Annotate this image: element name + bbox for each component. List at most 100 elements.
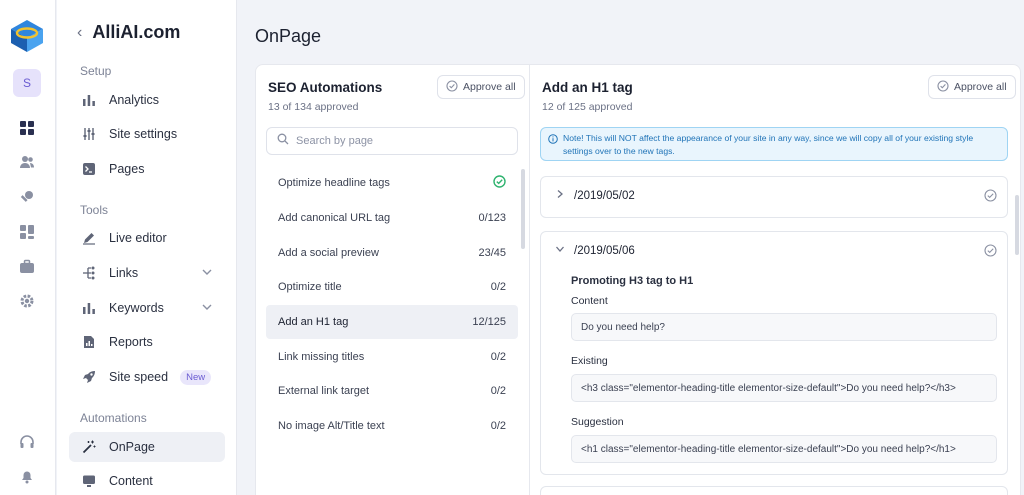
check-circle-icon	[446, 79, 458, 95]
list-item-count: 0/2	[490, 420, 506, 433]
pencil-icon	[81, 230, 97, 246]
panel-title: SEO Automations	[268, 80, 383, 95]
list-item-label: Add canonical URL tag	[278, 212, 391, 225]
info-note: Note! This will NOT affect the appearanc…	[540, 127, 1008, 161]
approve-all-button[interactable]: Approve all	[437, 75, 525, 99]
list-item-label: Optimize headline tags	[278, 177, 390, 190]
section-tools: Tools	[80, 203, 109, 217]
bar-chart-icon	[81, 92, 97, 108]
list-item-optimize-headline-tags[interactable]: Optimize headline tags	[266, 166, 518, 201]
sidebar-item-label: Links	[109, 266, 139, 280]
done-check-icon	[493, 175, 506, 191]
bar-chart-icon	[81, 300, 97, 316]
brand: ‹ AlliAI.com	[77, 22, 180, 43]
list-item-label: Optimize title	[278, 281, 342, 294]
search-icon	[277, 132, 289, 150]
list-item-label: Add a social preview	[278, 246, 379, 259]
users-icon[interactable]	[17, 152, 37, 172]
suggestion-heading: Promoting H3 tag to H1	[571, 275, 694, 287]
list-item-add-social-preview[interactable]: Add a social preview 23/45	[266, 235, 518, 270]
approved-count: 12 of 125 approved	[542, 101, 633, 113]
accordion-item-next[interactable]	[540, 486, 1008, 495]
sidebar-item-label: Content	[109, 474, 153, 488]
content-label: Content	[571, 295, 608, 307]
existing-field[interactable]: <h3 class="elementor-heading-title eleme…	[571, 374, 997, 402]
briefcase-icon[interactable]	[17, 257, 37, 277]
sidebar-item-analytics[interactable]: Analytics	[69, 85, 225, 115]
headphones-icon[interactable]	[17, 432, 37, 452]
approve-check-icon[interactable]	[984, 189, 997, 207]
list-item-count: 0/2	[490, 385, 506, 398]
sidebar-item-links[interactable]: Links	[69, 258, 225, 288]
check-circle-icon	[937, 79, 949, 95]
link-tree-icon	[81, 265, 97, 281]
sidebar-item-label: Site speed	[109, 370, 169, 384]
approve-all-label: Approve all	[463, 81, 516, 93]
approve-all-label: Approve all	[954, 81, 1007, 93]
list-item-count: 0/2	[490, 281, 506, 294]
suggestion-field[interactable]: <h1 class="elementor-heading-title eleme…	[571, 435, 997, 463]
chevron-left-icon[interactable]: ‹	[77, 24, 82, 42]
content-field[interactable]: Do you need help?	[571, 313, 997, 341]
accordion-item-collapsed[interactable]: /2019/05/02	[540, 176, 1008, 218]
dashboard-icon[interactable]	[17, 118, 37, 138]
sidebar-item-live-editor[interactable]: Live editor	[69, 223, 225, 253]
list-scrollbar[interactable]	[521, 169, 525, 249]
list-item-label: No image Alt/Title text	[278, 420, 385, 433]
section-setup: Setup	[80, 64, 112, 78]
list-item-count: 0/2	[490, 350, 506, 363]
sidebar-item-label: OnPage	[109, 440, 155, 454]
list-item-no-image-alt-title[interactable]: No image Alt/Title text 0/2	[266, 409, 518, 444]
chevron-down-icon[interactable]	[201, 266, 213, 281]
sliders-icon	[81, 126, 97, 142]
sidebar-item-label: Pages	[109, 162, 145, 176]
list-item-count: 23/45	[478, 246, 506, 259]
sidebar-item-onpage[interactable]: OnPage	[69, 432, 225, 462]
seo-automations-panel: SEO Automations 13 of 134 approved Appro…	[255, 64, 530, 495]
list-item-add-h1-tag[interactable]: Add an H1 tag 12/125	[266, 304, 518, 340]
accordion-item-expanded[interactable]: /2019/05/06 Promoting H3 tag to H1 Conte…	[540, 231, 1008, 475]
list-item-label: External link target	[278, 385, 370, 398]
widgets-icon[interactable]	[17, 222, 37, 242]
existing-label: Existing	[571, 355, 608, 367]
sidebar-item-content[interactable]: Content	[69, 466, 225, 495]
new-badge: New	[180, 369, 212, 385]
section-automations: Automations	[80, 411, 147, 425]
chevron-down-icon[interactable]	[201, 301, 213, 316]
sidebar: ‹ AlliAI.com Setup Analytics Site settin…	[57, 0, 237, 495]
list-item-count: 0/123	[478, 212, 506, 225]
sidebar-item-keywords[interactable]: Keywords	[69, 293, 225, 323]
list-item-link-missing-titles[interactable]: Link missing titles 0/2	[266, 339, 518, 374]
approve-check-icon[interactable]	[984, 244, 997, 262]
accordion-header[interactable]: /2019/05/06	[555, 244, 635, 257]
detail-scrollbar[interactable]	[1015, 195, 1019, 255]
key-icon[interactable]	[17, 187, 37, 207]
list-item-external-link-target[interactable]: External link target 0/2	[266, 374, 518, 409]
sidebar-item-site-speed[interactable]: Site speed New	[69, 362, 225, 392]
sidebar-item-pages[interactable]: Pages	[69, 154, 225, 184]
search-input[interactable]	[296, 135, 496, 147]
page-title: OnPage	[255, 26, 322, 46]
info-icon	[548, 134, 558, 148]
sidebar-item-site-settings[interactable]: Site settings	[69, 119, 225, 149]
alli-logo-icon[interactable]	[9, 18, 45, 54]
list-item-count: 12/125	[472, 316, 506, 329]
h1-tag-panel: Add an H1 tag 12 of 125 approved Approve…	[529, 64, 1021, 495]
magic-wand-icon	[81, 439, 97, 455]
sidebar-item-reports[interactable]: Reports	[69, 327, 225, 357]
sidebar-item-label: Analytics	[109, 93, 160, 107]
sidebar-item-label: Site settings	[109, 127, 178, 141]
avatar[interactable]: S	[13, 69, 41, 97]
sidebar-item-label: Reports	[109, 335, 153, 349]
bell-icon[interactable]	[17, 466, 37, 486]
approved-count: 13 of 134 approved	[268, 101, 359, 113]
list-item-label: Add an H1 tag	[278, 316, 349, 329]
report-icon	[81, 334, 97, 350]
icon-rail: S	[0, 0, 56, 495]
suggestion-label: Suggestion	[571, 416, 624, 428]
approve-all-button[interactable]: Approve all	[928, 75, 1016, 99]
list-item-optimize-title[interactable]: Optimize title 0/2	[266, 270, 518, 305]
list-item-add-canonical-url-tag[interactable]: Add canonical URL tag 0/123	[266, 201, 518, 236]
accordion-header[interactable]: /2019/05/02	[555, 189, 635, 202]
gear-icon[interactable]	[17, 291, 37, 311]
